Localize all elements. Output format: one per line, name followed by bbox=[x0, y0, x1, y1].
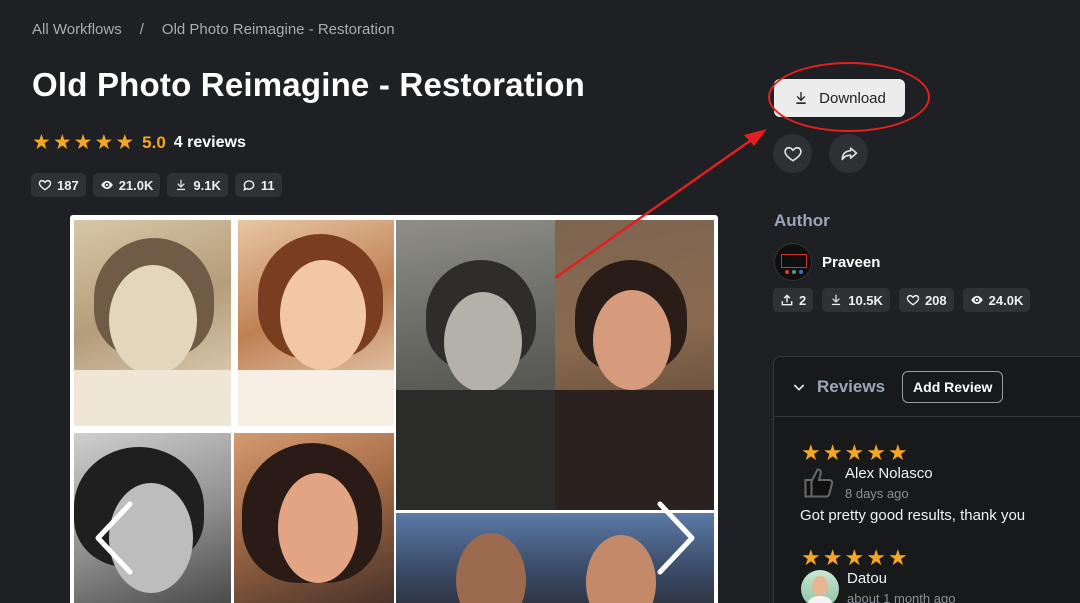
star-icon: ★ bbox=[52, 131, 72, 154]
rating-score: 5.0 bbox=[142, 132, 166, 152]
review-text: Got pretty good results, thank you bbox=[800, 507, 1026, 524]
reviews-heading: Reviews bbox=[817, 376, 886, 396]
star-icon: ★ bbox=[844, 440, 865, 465]
comments-stat: 11 bbox=[234, 173, 282, 197]
star-icon: ★ bbox=[844, 545, 865, 570]
likes-stat: 187 bbox=[31, 173, 86, 197]
breadcrumb-separator: / bbox=[139, 21, 144, 38]
restoration-photo bbox=[555, 220, 714, 510]
star-icon: ★ bbox=[887, 440, 908, 465]
star-icon: ★ bbox=[115, 131, 135, 154]
heart-icon bbox=[38, 179, 52, 191]
star-icon: ★ bbox=[822, 440, 843, 465]
star-icon: ★ bbox=[94, 131, 114, 154]
download-icon bbox=[177, 179, 186, 191]
avatar[interactable] bbox=[774, 243, 812, 281]
review-stars: ★ ★ ★ ★ ★ bbox=[801, 440, 1025, 465]
star-icon: ★ bbox=[73, 131, 93, 154]
star-icon: ★ bbox=[866, 545, 886, 570]
review-author[interactable]: Datou bbox=[847, 570, 955, 587]
review-item: ★ ★ ★ ★ ★ Alex Nolasco 8 days ago Got pr… bbox=[800, 440, 1026, 525]
uploads-stat: 2 bbox=[773, 288, 814, 312]
download-button[interactable]: Download bbox=[774, 79, 905, 117]
restoration-photo bbox=[396, 220, 555, 510]
carousel-prev-button[interactable] bbox=[92, 500, 138, 576]
restoration-photo bbox=[234, 433, 394, 603]
star-icon: ★ bbox=[32, 131, 51, 154]
rating: ★ ★ ★ ★ ★ 5.0 4 reviews bbox=[32, 132, 246, 153]
share-icon bbox=[841, 146, 857, 160]
heart-icon bbox=[783, 146, 802, 162]
likes-stat: 208 bbox=[898, 288, 954, 312]
carousel-next-button[interactable] bbox=[652, 500, 698, 576]
breadcrumb-current: Old Photo Reimagine - Restoration bbox=[161, 21, 395, 38]
page-title: Old Photo Reimagine - Restoration bbox=[32, 66, 585, 103]
star-icon: ★ bbox=[866, 440, 886, 465]
star-icon: ★ bbox=[801, 545, 821, 570]
author-profile[interactable]: Praveen bbox=[774, 243, 880, 281]
like-button[interactable] bbox=[773, 134, 812, 173]
add-review-button[interactable]: Add Review bbox=[902, 370, 1004, 403]
share-button[interactable] bbox=[829, 134, 868, 173]
review-stars: ★ ★ ★ ★ ★ bbox=[801, 545, 955, 570]
star-icon: ★ bbox=[801, 440, 821, 465]
workflow-stats: 187 21.0K 9.1K 11 bbox=[31, 173, 282, 197]
restoration-photo bbox=[238, 220, 394, 426]
eye-icon bbox=[970, 295, 983, 305]
breadcrumb-root-link[interactable]: All Workflows bbox=[32, 21, 122, 38]
eye-icon bbox=[100, 180, 113, 190]
reviews-panel: Reviews Add Review ★ ★ ★ ★ ★ Alex Nolasc… bbox=[773, 356, 1080, 603]
reviews-count[interactable]: 4 reviews bbox=[174, 134, 246, 152]
author-heading: Author bbox=[774, 211, 830, 230]
downloads-stat: 9.1K bbox=[167, 173, 228, 197]
star-icon: ★ bbox=[822, 545, 843, 570]
views-stat: 24.0K bbox=[962, 288, 1031, 312]
avatar[interactable] bbox=[801, 570, 839, 603]
reviews-header[interactable]: Reviews Add Review bbox=[774, 357, 1080, 417]
breadcrumb: All Workflows / Old Photo Reimagine - Re… bbox=[32, 21, 395, 38]
review-user: Alex Nolasco 8 days ago bbox=[801, 465, 1025, 501]
review-user: Datou about 1 month ago bbox=[801, 570, 955, 603]
download-icon bbox=[832, 294, 841, 306]
chevron-down-icon[interactable] bbox=[791, 379, 807, 395]
review-timestamp: about 1 month ago bbox=[847, 591, 956, 603]
restoration-photo bbox=[74, 220, 231, 426]
star-icon: ★ bbox=[887, 545, 908, 570]
review-author[interactable]: Alex Nolasco bbox=[845, 465, 933, 482]
views-stat: 21.0K bbox=[92, 173, 161, 197]
thumbs-up-icon bbox=[804, 468, 834, 498]
author-name[interactable]: Praveen bbox=[822, 254, 880, 271]
upload-icon bbox=[781, 294, 793, 306]
review-timestamp: 8 days ago bbox=[845, 486, 909, 501]
author-stats: 2 10.5K 208 24.0K bbox=[773, 288, 1031, 312]
review-item: ★ ★ ★ ★ ★ Datou about 1 month ago bbox=[801, 547, 955, 603]
downloads-stat: 10.5K bbox=[822, 288, 890, 312]
heart-icon bbox=[906, 294, 920, 306]
image-carousel[interactable] bbox=[70, 215, 718, 603]
comment-icon bbox=[243, 180, 255, 191]
download-icon bbox=[796, 92, 806, 104]
